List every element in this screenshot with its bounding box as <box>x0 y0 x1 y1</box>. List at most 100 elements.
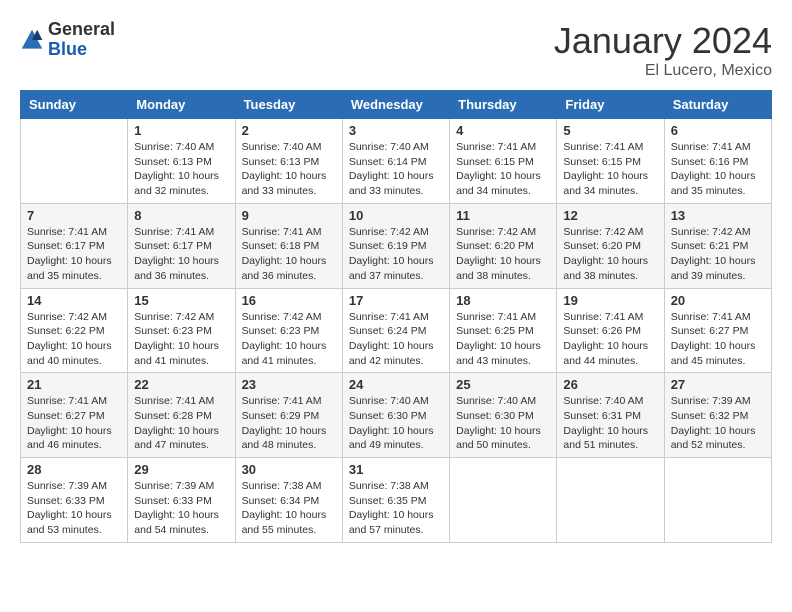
calendar-week-3: 14 Sunrise: 7:42 AMSunset: 6:22 PMDayligh… <box>21 288 772 373</box>
weekday-header-saturday: Saturday <box>664 91 771 119</box>
weekday-row: SundayMondayTuesdayWednesdayThursdayFrid… <box>21 91 772 119</box>
day-info: Sunrise: 7:42 AMSunset: 6:20 PMDaylight:… <box>563 225 657 284</box>
day-info: Sunrise: 7:40 AMSunset: 6:30 PMDaylight:… <box>349 394 443 453</box>
calendar-cell: 4Sunrise: 7:41 AMSunset: 6:15 PMDaylight… <box>450 119 557 204</box>
day-number: 9 <box>242 208 336 223</box>
day-number: 8 <box>134 208 228 223</box>
day-info: Sunrise: 7:41 AMSunset: 6:18 PMDaylight:… <box>242 225 336 284</box>
day-info: Sunrise: 7:40 AMSunset: 6:13 PMDaylight:… <box>242 140 336 199</box>
day-info: Sunrise: 7:40 AMSunset: 6:13 PMDaylight:… <box>134 140 228 199</box>
day-number: 11 <box>456 208 550 223</box>
day-info: Sunrise: 7:39 AMSunset: 6:33 PMDaylight:… <box>27 479 121 538</box>
day-number: 20 <box>671 293 765 308</box>
calendar-cell <box>664 458 771 543</box>
day-number: 31 <box>349 462 443 477</box>
calendar-cell: 29Sunrise: 7:39 AMSunset: 6:33 PMDayligh… <box>128 458 235 543</box>
day-info: Sunrise: 7:38 AMSunset: 6:34 PMDaylight:… <box>242 479 336 538</box>
day-info: Sunrise: 7:41 AMSunset: 6:28 PMDaylight:… <box>134 394 228 453</box>
calendar-week-1: 1 Sunrise: 7:40 AMSunset: 6:13 PMDaylight… <box>21 119 772 204</box>
calendar-cell: 15 Sunrise: 7:42 AMSunset: 6:23 PMDayligh… <box>128 288 235 373</box>
calendar-cell: 8 Sunrise: 7:41 AMSunset: 6:17 PMDaylight… <box>128 203 235 288</box>
calendar-cell: 6Sunrise: 7:41 AMSunset: 6:16 PMDaylight… <box>664 119 771 204</box>
calendar-cell: 20 Sunrise: 7:41 AMSunset: 6:27 PMDayligh… <box>664 288 771 373</box>
day-number: 13 <box>671 208 765 223</box>
day-number: 14 <box>27 293 121 308</box>
calendar-cell: 19 Sunrise: 7:41 AMSunset: 6:26 PMDayligh… <box>557 288 664 373</box>
calendar-cell: 16 Sunrise: 7:42 AMSunset: 6:23 PMDayligh… <box>235 288 342 373</box>
calendar-cell: 26Sunrise: 7:40 AMSunset: 6:31 PMDayligh… <box>557 373 664 458</box>
calendar-cell: 23 Sunrise: 7:41 AMSunset: 6:29 PMDayligh… <box>235 373 342 458</box>
calendar-cell: 27Sunrise: 7:39 AMSunset: 6:32 PMDayligh… <box>664 373 771 458</box>
day-info: Sunrise: 7:41 AMSunset: 6:24 PMDaylight:… <box>349 310 443 369</box>
day-info: Sunrise: 7:42 AMSunset: 6:22 PMDaylight:… <box>27 310 121 369</box>
day-number: 27 <box>671 377 765 392</box>
calendar-week-5: 28 Sunrise: 7:39 AMSunset: 6:33 PMDayligh… <box>21 458 772 543</box>
title-block: January 2024 El Lucero, Mexico <box>554 20 772 80</box>
day-number: 29 <box>134 462 228 477</box>
day-info: Sunrise: 7:40 AMSunset: 6:30 PMDaylight:… <box>456 394 550 453</box>
day-number: 25 <box>456 377 550 392</box>
calendar-week-4: 21Sunrise: 7:41 AMSunset: 6:27 PMDayligh… <box>21 373 772 458</box>
day-number: 10 <box>349 208 443 223</box>
day-number: 2 <box>242 123 336 138</box>
day-info: Sunrise: 7:42 AMSunset: 6:23 PMDaylight:… <box>134 310 228 369</box>
weekday-header-thursday: Thursday <box>450 91 557 119</box>
day-number: 7 <box>27 208 121 223</box>
logo-icon <box>20 28 44 52</box>
logo-text: General Blue <box>48 20 115 60</box>
day-info: Sunrise: 7:38 AMSunset: 6:35 PMDaylight:… <box>349 479 443 538</box>
day-info: Sunrise: 7:41 AMSunset: 6:26 PMDaylight:… <box>563 310 657 369</box>
calendar-cell: 10 Sunrise: 7:42 AMSunset: 6:19 PMDayligh… <box>342 203 449 288</box>
calendar-cell: 17Sunrise: 7:41 AMSunset: 6:24 PMDayligh… <box>342 288 449 373</box>
calendar-table: SundayMondayTuesdayWednesdayThursdayFrid… <box>20 90 772 543</box>
day-number: 24 <box>349 377 443 392</box>
day-info: Sunrise: 7:42 AMSunset: 6:19 PMDaylight:… <box>349 225 443 284</box>
calendar-cell <box>450 458 557 543</box>
day-number: 12 <box>563 208 657 223</box>
day-info: Sunrise: 7:41 AMSunset: 6:27 PMDaylight:… <box>27 394 121 453</box>
weekday-header-tuesday: Tuesday <box>235 91 342 119</box>
weekday-header-monday: Monday <box>128 91 235 119</box>
day-number: 18 <box>456 293 550 308</box>
calendar-cell: 18Sunrise: 7:41 AMSunset: 6:25 PMDayligh… <box>450 288 557 373</box>
calendar-cell: 5Sunrise: 7:41 AMSunset: 6:15 PMDaylight… <box>557 119 664 204</box>
weekday-header-friday: Friday <box>557 91 664 119</box>
day-info: Sunrise: 7:41 AMSunset: 6:15 PMDaylight:… <box>563 140 657 199</box>
calendar-cell: 13Sunrise: 7:42 AMSunset: 6:21 PMDayligh… <box>664 203 771 288</box>
day-info: Sunrise: 7:42 AMSunset: 6:23 PMDaylight:… <box>242 310 336 369</box>
day-number: 19 <box>563 293 657 308</box>
day-number: 23 <box>242 377 336 392</box>
location-title: El Lucero, Mexico <box>554 62 772 80</box>
calendar-week-2: 7 Sunrise: 7:41 AMSunset: 6:17 PMDaylight… <box>21 203 772 288</box>
day-info: Sunrise: 7:41 AMSunset: 6:17 PMDaylight:… <box>134 225 228 284</box>
logo-blue-text: Blue <box>48 40 115 60</box>
day-number: 15 <box>134 293 228 308</box>
calendar-cell: 30 Sunrise: 7:38 AMSunset: 6:34 PMDayligh… <box>235 458 342 543</box>
logo-general-text: General <box>48 20 115 40</box>
calendar-cell: 9 Sunrise: 7:41 AMSunset: 6:18 PMDaylight… <box>235 203 342 288</box>
day-number: 16 <box>242 293 336 308</box>
calendar-cell: 21Sunrise: 7:41 AMSunset: 6:27 PMDayligh… <box>21 373 128 458</box>
calendar-cell: 31 Sunrise: 7:38 AMSunset: 6:35 PMDayligh… <box>342 458 449 543</box>
day-info: Sunrise: 7:40 AMSunset: 6:14 PMDaylight:… <box>349 140 443 199</box>
calendar-header: SundayMondayTuesdayWednesdayThursdayFrid… <box>21 91 772 119</box>
calendar-cell: 24 Sunrise: 7:40 AMSunset: 6:30 PMDayligh… <box>342 373 449 458</box>
day-number: 28 <box>27 462 121 477</box>
calendar-cell: 25 Sunrise: 7:40 AMSunset: 6:30 PMDayligh… <box>450 373 557 458</box>
day-info: Sunrise: 7:41 AMSunset: 6:29 PMDaylight:… <box>242 394 336 453</box>
weekday-header-wednesday: Wednesday <box>342 91 449 119</box>
logo: General Blue <box>20 20 115 60</box>
day-info: Sunrise: 7:40 AMSunset: 6:31 PMDaylight:… <box>563 394 657 453</box>
day-info: Sunrise: 7:41 AMSunset: 6:27 PMDaylight:… <box>671 310 765 369</box>
day-number: 1 <box>134 123 228 138</box>
day-number: 30 <box>242 462 336 477</box>
calendar-cell: 2 Sunrise: 7:40 AMSunset: 6:13 PMDaylight… <box>235 119 342 204</box>
page-header: General Blue January 2024 El Lucero, Mex… <box>20 20 772 80</box>
calendar-cell: 7Sunrise: 7:41 AMSunset: 6:17 PMDaylight… <box>21 203 128 288</box>
calendar-cell <box>21 119 128 204</box>
calendar-cell: 22 Sunrise: 7:41 AMSunset: 6:28 PMDayligh… <box>128 373 235 458</box>
day-number: 22 <box>134 377 228 392</box>
weekday-header-sunday: Sunday <box>21 91 128 119</box>
month-title: January 2024 <box>554 20 772 62</box>
calendar-body: 1 Sunrise: 7:40 AMSunset: 6:13 PMDaylight… <box>21 119 772 543</box>
